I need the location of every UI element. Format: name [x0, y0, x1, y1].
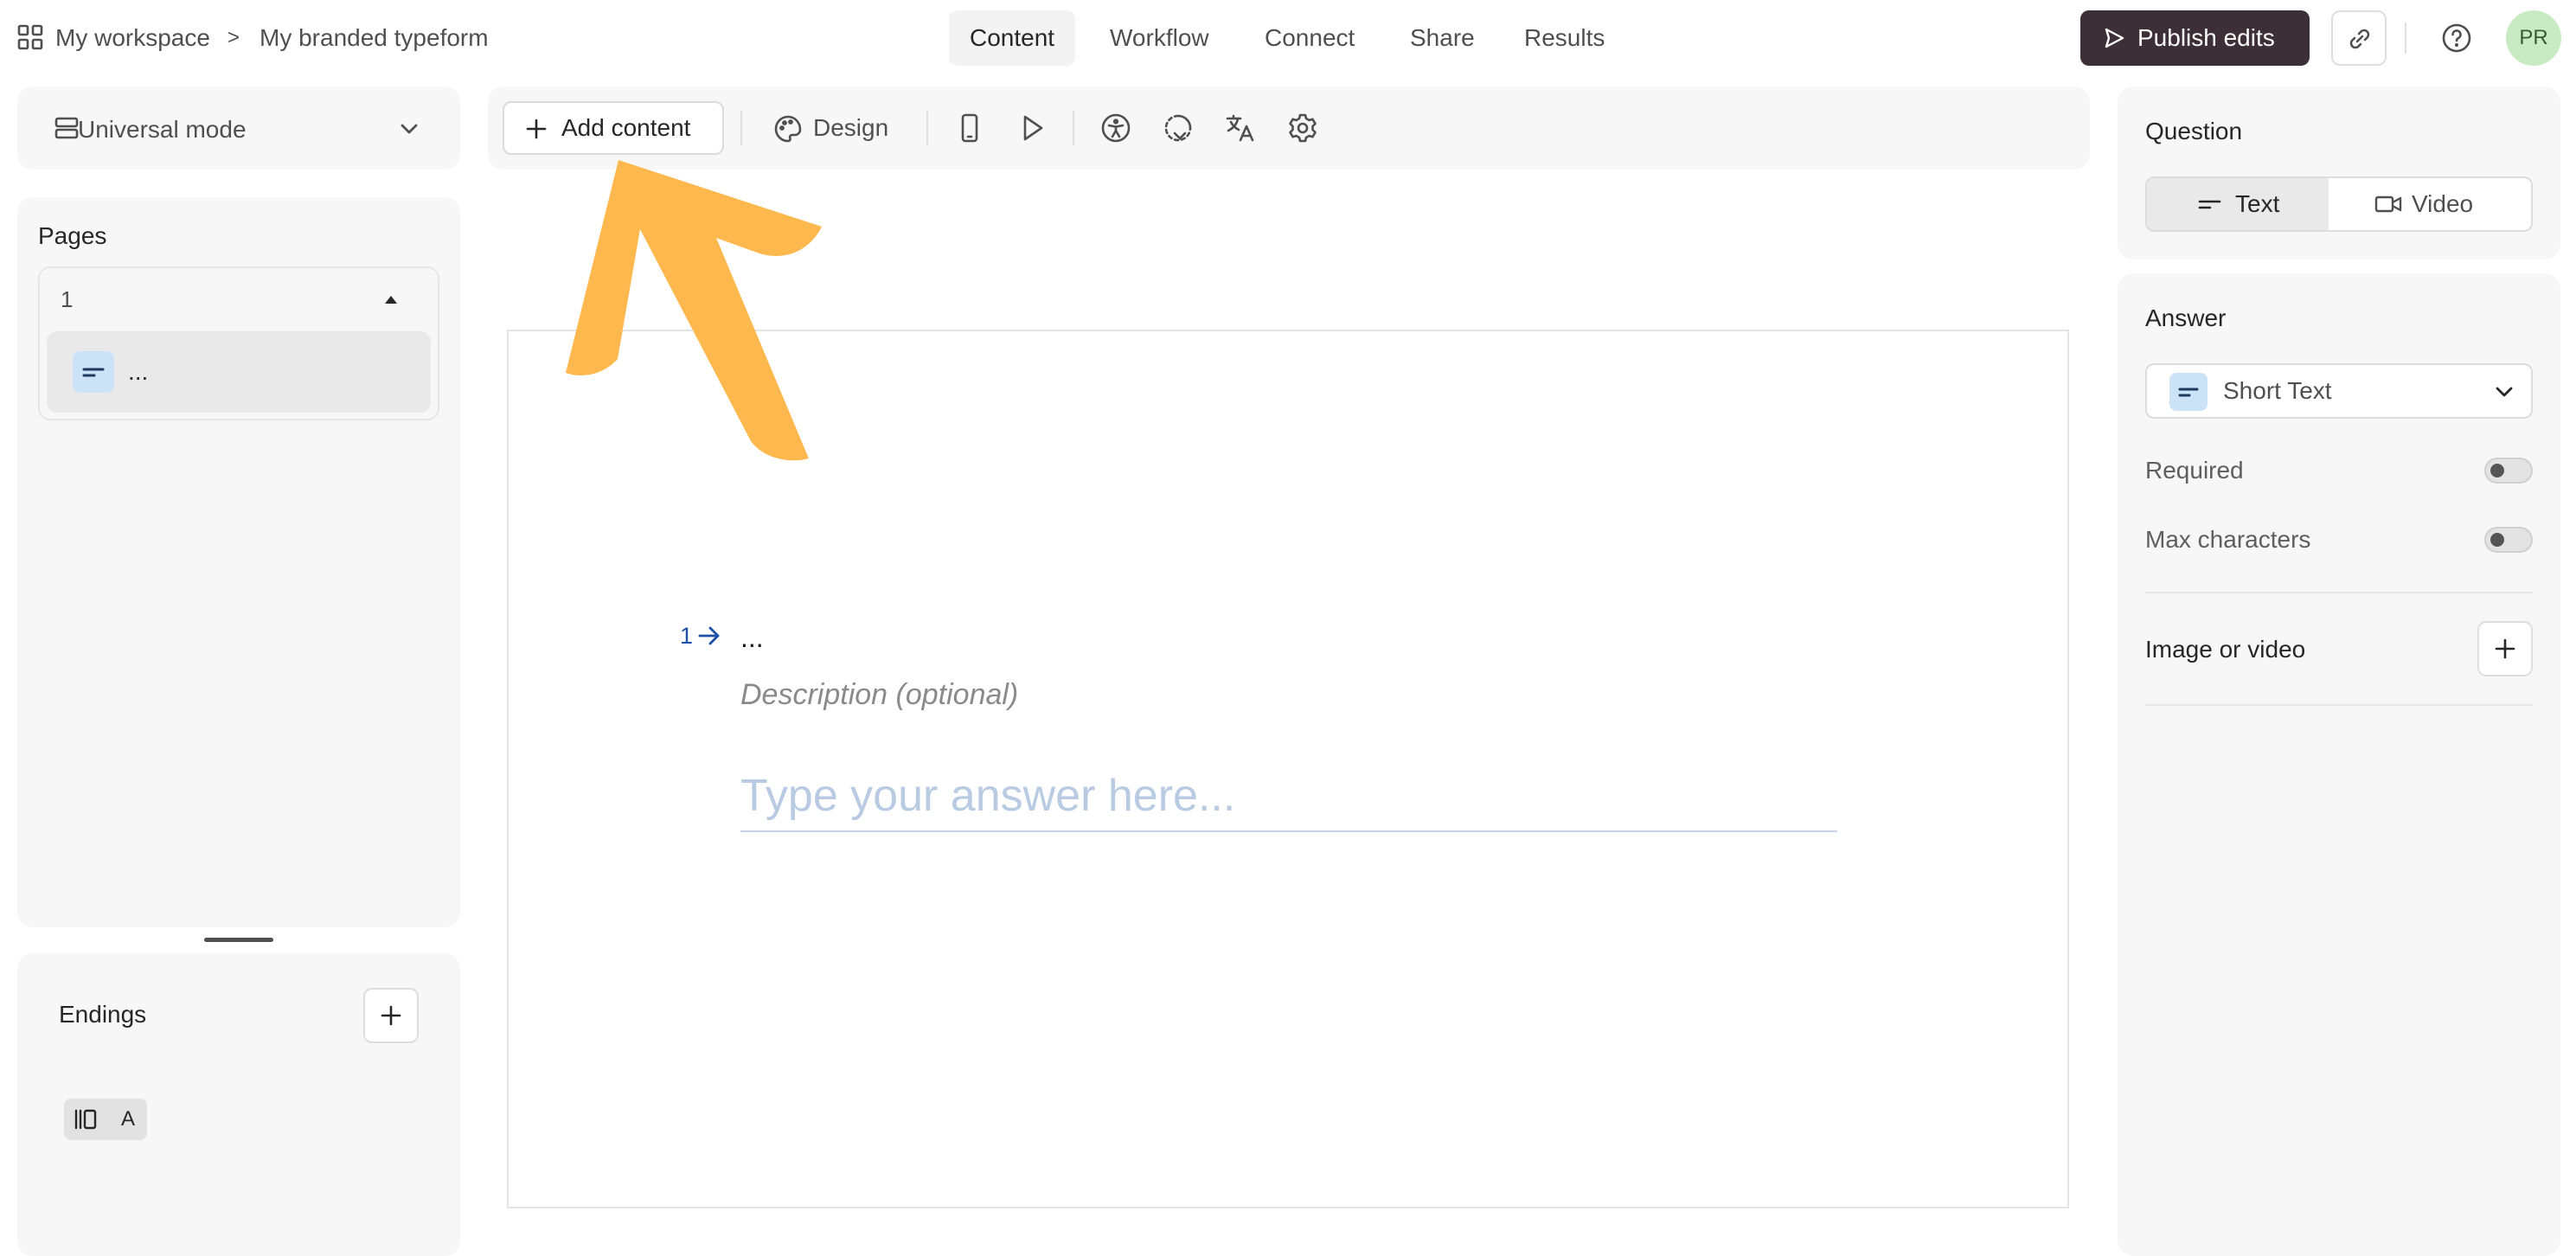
accessibility-icon[interactable]	[1100, 112, 1131, 144]
question-type-text-label: Text	[2235, 190, 2280, 217]
endings-title: Endings	[59, 1001, 147, 1028]
plus-icon	[2494, 638, 2516, 660]
text-lines-icon	[2197, 193, 2223, 215]
copy-link-button[interactable]	[2331, 10, 2387, 66]
answer-input[interactable]	[740, 761, 1837, 832]
question-description[interactable]: Description (optional)	[740, 676, 1018, 714]
design-label: Design	[813, 114, 889, 141]
max-characters-toggle[interactable]	[2484, 527, 2533, 553]
settings-gear-icon[interactable]	[1287, 112, 1318, 144]
question-number: 1	[680, 623, 694, 649]
answer-heading: Answer	[2145, 304, 2227, 331]
ending-screen-icon	[73, 1107, 99, 1131]
plus-icon	[525, 118, 548, 140]
link-icon	[2347, 26, 2373, 52]
short-text-icon	[2169, 373, 2208, 411]
answer-type-dropdown[interactable]: Short Text	[2145, 363, 2533, 419]
question-title[interactable]: ...	[740, 618, 764, 657]
question-type-toggle: Text Video	[2145, 176, 2533, 232]
tab-content[interactable]: Content	[949, 10, 1076, 66]
highlight-arrow	[566, 160, 822, 461]
toolbar-divider	[740, 111, 742, 145]
divider	[2405, 22, 2406, 54]
short-text-icon	[73, 351, 114, 393]
divider	[2145, 592, 2533, 593]
image-or-video-label: Image or video	[2145, 636, 2306, 663]
add-media-button[interactable]	[2477, 621, 2533, 676]
question-type-text-option[interactable]: Text	[2147, 178, 2329, 230]
question-settings-panel	[2118, 87, 2560, 260]
layers-icon	[54, 115, 80, 141]
required-toggle[interactable]	[2484, 458, 2533, 484]
breadcrumb-workspace-link[interactable]: My workspace	[55, 19, 210, 57]
publish-button[interactable]: Publish edits	[2080, 10, 2310, 66]
form-name[interactable]: My branded typeform	[260, 19, 489, 57]
toolbar-divider	[926, 111, 928, 145]
avatar[interactable]: PR	[2506, 10, 2561, 66]
breadcrumb-separator: >	[227, 26, 240, 49]
mode-label: Universal mode	[78, 116, 247, 143]
resize-handle[interactable]	[204, 938, 273, 942]
required-label: Required	[2145, 457, 2244, 484]
video-camera-icon	[2374, 193, 2403, 215]
apps-grid-icon[interactable]	[17, 24, 43, 50]
divider	[2145, 704, 2533, 706]
logic-icon[interactable]	[1163, 112, 1195, 144]
answer-settings-panel	[2118, 273, 2560, 1256]
tab-results[interactable]: Results	[1503, 10, 1625, 66]
send-icon	[2103, 27, 2125, 49]
page-item-label: ...	[128, 358, 149, 385]
ending-item[interactable]: A	[64, 1099, 147, 1140]
mobile-preview-icon[interactable]	[955, 112, 984, 144]
play-preview-icon[interactable]	[1017, 112, 1047, 144]
tab-share[interactable]: Share	[1389, 10, 1496, 66]
toolbar-divider	[1073, 111, 1074, 145]
chevron-down-icon	[2493, 381, 2515, 403]
add-content-button[interactable]: Add content	[503, 101, 724, 155]
page-number: 1	[61, 286, 74, 312]
pages-title: Pages	[38, 222, 107, 249]
caret-up-icon[interactable]	[382, 292, 400, 306]
question-type-video-label: Video	[2412, 190, 2474, 217]
arrow-right-icon	[697, 625, 721, 647]
question-type-video-option[interactable]: Video	[2329, 178, 2531, 230]
tab-workflow[interactable]: Workflow	[1089, 10, 1230, 66]
max-characters-label: Max characters	[2145, 526, 2311, 553]
ending-chip-label: A	[121, 1107, 136, 1131]
help-icon[interactable]	[2441, 22, 2472, 54]
add-content-label: Add content	[561, 114, 691, 141]
add-ending-button[interactable]	[363, 988, 419, 1043]
palette-icon	[773, 114, 803, 144]
design-button[interactable]: Design	[766, 100, 913, 156]
plus-icon	[380, 1004, 402, 1027]
tab-connect[interactable]: Connect	[1244, 10, 1375, 66]
chevron-down-icon[interactable]	[398, 118, 420, 140]
publish-label: Publish edits	[2137, 24, 2275, 51]
translate-icon[interactable]	[1225, 112, 1256, 144]
question-heading: Question	[2145, 118, 2243, 144]
top-bar: My workspace > My branded typeform Conte…	[0, 0, 2576, 78]
answer-type-label: Short Text	[2223, 377, 2332, 404]
